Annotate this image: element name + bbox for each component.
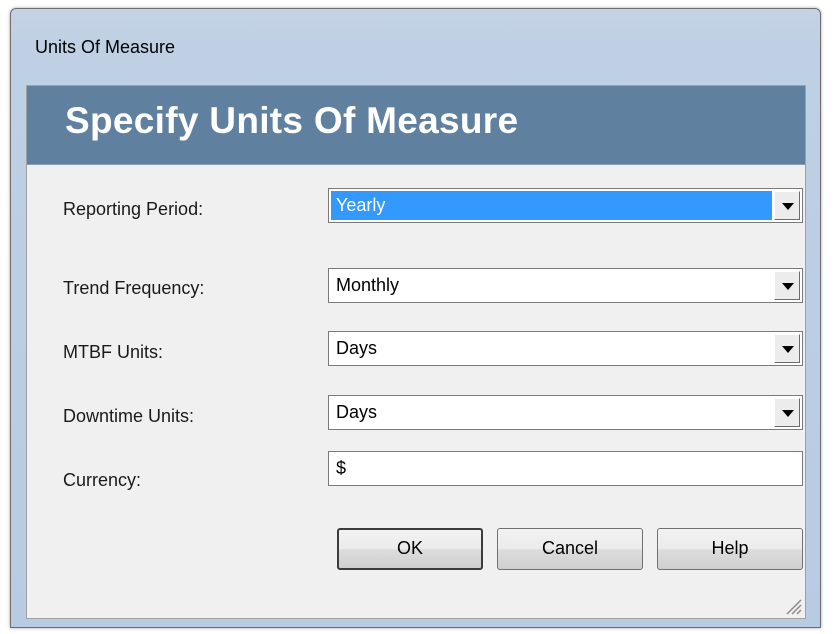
trend-frequency-label: Trend Frequency:	[63, 278, 205, 298]
trend-frequency-select[interactable]: Monthly	[328, 268, 803, 303]
reporting-period-dropdown-button[interactable]	[774, 191, 800, 220]
banner-title: Specify Units Of Measure	[65, 100, 519, 141]
mtbf-units-select[interactable]: Days	[328, 331, 803, 366]
reporting-period-select[interactable]: Yearly	[328, 188, 803, 223]
resize-grip-icon[interactable]	[784, 597, 802, 615]
downtime-units-select[interactable]: Days	[328, 395, 803, 430]
chevron-down-icon	[782, 203, 794, 210]
currency-input[interactable]	[331, 454, 801, 483]
downtime-units-dropdown-button[interactable]	[774, 398, 800, 427]
window-title: Units Of Measure	[35, 37, 176, 57]
downtime-units-value: Days	[336, 402, 378, 422]
chevron-down-icon	[782, 410, 794, 417]
dialog-client-area: Specify Units Of Measure Reporting Perio…	[26, 85, 806, 619]
title-bar[interactable]: Units Of Measure	[11, 9, 820, 75]
cancel-button[interactable]: Cancel	[497, 528, 643, 570]
ok-button[interactable]: OK	[337, 528, 483, 570]
reporting-period-value: Yearly	[331, 191, 772, 220]
mtbf-units-dropdown-button[interactable]	[774, 334, 800, 363]
currency-field[interactable]	[328, 451, 803, 486]
trend-frequency-value: Monthly	[336, 275, 400, 295]
downtime-units-label: Downtime Units:	[63, 406, 195, 426]
reporting-period-label: Reporting Period:	[63, 199, 204, 219]
dialog-window: Units Of Measure Specify Units Of Measur…	[10, 8, 821, 628]
chevron-down-icon	[782, 346, 794, 353]
chevron-down-icon	[782, 283, 794, 290]
trend-frequency-dropdown-button[interactable]	[774, 271, 800, 300]
mtbf-units-value: Days	[336, 338, 378, 358]
currency-label: Currency:	[63, 470, 142, 490]
header-banner: Specify Units Of Measure	[27, 86, 805, 165]
help-button[interactable]: Help	[657, 528, 803, 570]
mtbf-units-label: MTBF Units:	[63, 342, 164, 362]
